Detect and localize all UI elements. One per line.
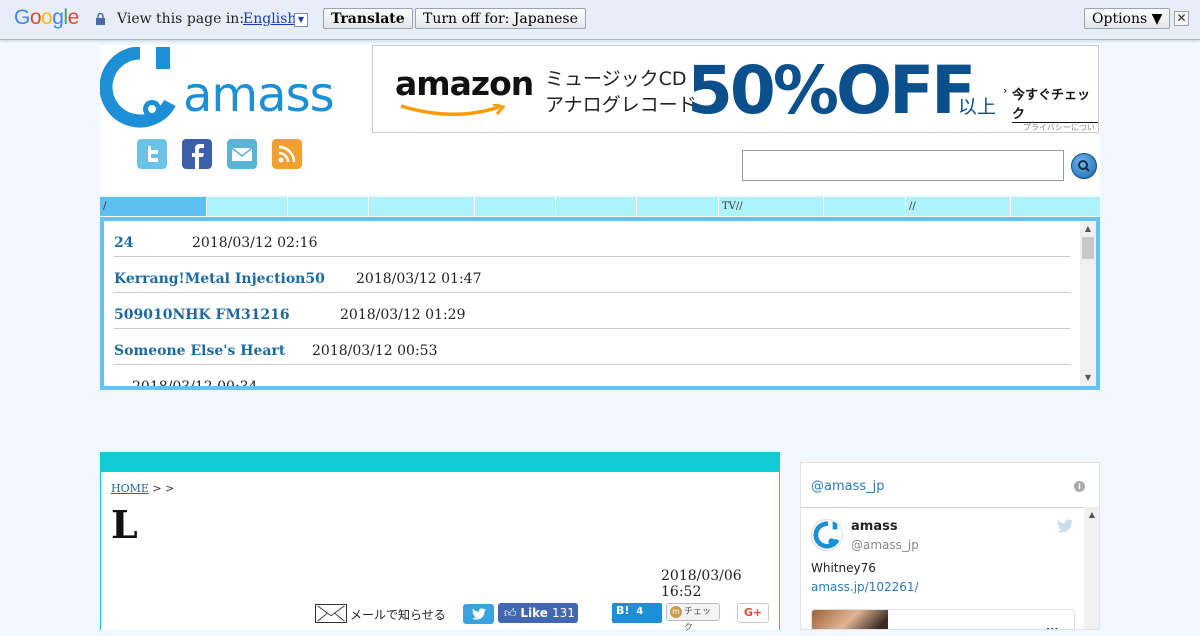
info-icon[interactable]: i (1074, 481, 1085, 492)
nav-tab-1[interactable]: / (100, 197, 206, 216)
ticker-title[interactable]: Someone Else's Heart (114, 343, 285, 359)
mail-icon[interactable] (227, 139, 257, 169)
mixi-icon: m (670, 606, 682, 618)
tweet-button[interactable] (463, 604, 494, 624)
hatena-bookmark-button[interactable]: B! 4 (612, 603, 662, 623)
scroll-down-icon[interactable]: ▼ (1082, 372, 1094, 384)
ticker-date: 2018/03/12 01:47 (356, 271, 482, 287)
thumbs-up-icon: 👍︎ (504, 606, 517, 620)
tweet-author-name[interactable]: amass (851, 519, 898, 534)
ticker-title[interactable]: 509010NHK FM31216 (114, 307, 290, 323)
mixi-check-label: チェック (684, 607, 712, 633)
google-plus-button[interactable]: G+ (737, 603, 769, 623)
translate-button[interactable]: Translate (323, 8, 413, 29)
nav-tab-8[interactable]: TV// (718, 197, 823, 216)
ticker-item[interactable]: Someone Else's Heart 2018/03/12 00:53 (114, 329, 1070, 365)
view-page-in-label: View this page in: (117, 11, 245, 27)
ticker-date: 2018/03/12 00:34 (132, 379, 258, 390)
hatena-icon: B! (616, 604, 630, 617)
ticker-title[interactable]: Kerrang!Metal Injection50 (114, 271, 325, 287)
lock-icon (96, 13, 105, 25)
rss-icon[interactable] (272, 139, 302, 169)
article-date: 2018/03/06 16:52 (661, 568, 742, 600)
logo-text[interactable]: amass (183, 67, 335, 123)
twitter-bird-icon[interactable] (1057, 519, 1073, 533)
nav-tab-7[interactable] (636, 197, 718, 216)
facebook-icon[interactable] (182, 139, 212, 169)
language-dropdown-icon[interactable]: ▼ (294, 13, 308, 27)
options-button[interactable]: Options ▼ (1084, 8, 1171, 29)
banner-discount: 50%OFF (687, 52, 976, 129)
news-ticker: 24 2018/03/12 02:16 Kerrang!Metal Inject… (100, 217, 1100, 390)
ticker-item[interactable]: Kerrang!Metal Injection50 2018/03/12 01:… (114, 257, 1070, 293)
search-input[interactable] (742, 150, 1064, 181)
ticker-item[interactable]: 24 2018/03/12 02:16 (114, 221, 1070, 257)
scroll-up-icon[interactable]: ▲ (1086, 509, 1098, 521)
ticker-date: 2018/03/12 01:29 (340, 307, 466, 323)
language-link[interactable]: English (243, 11, 296, 27)
hatena-count: 4 (636, 606, 644, 617)
mail-notify-link[interactable]: メールで知らせる (350, 606, 446, 623)
amazon-banner-ad[interactable]: amazon ミュージックCD アナログレコード 50%OFF 以上 › 今すぐ… (372, 45, 1099, 133)
chevron-right-icon: › (1003, 84, 1008, 97)
search-button[interactable] (1071, 153, 1097, 179)
breadcrumb-separator: > > (152, 482, 175, 495)
ticker-item[interactable]: 2018/03/12 00:34 (114, 365, 1070, 390)
facebook-like-button[interactable]: 👍︎ Like 131 (498, 603, 578, 623)
fb-like-count: 131 (551, 606, 575, 620)
breadcrumb: HOME > > (111, 482, 174, 495)
amazon-smile-icon (400, 104, 506, 116)
twitter-icon[interactable] (137, 139, 167, 169)
tweet-card-image (812, 610, 888, 629)
mixi-check-button[interactable]: m チェック (666, 603, 720, 633)
scroll-up-icon[interactable]: ▲ (1082, 223, 1094, 235)
tweet-link[interactable]: amass.jp/102261/ (811, 580, 919, 594)
article-title: L (111, 502, 138, 547)
scroll-thumb[interactable] (1082, 237, 1094, 259)
timeline-handle-link[interactable]: @amass_jp (811, 479, 885, 494)
twitter-timeline-widget: @amass_jp i amass @amass_jp Whitney76 am… (800, 462, 1100, 630)
banner-line1: ミュージックCD (545, 68, 687, 90)
widget-scrollbar[interactable]: ▲ (1084, 507, 1099, 629)
tweet-media-card[interactable]: ... (811, 609, 1075, 629)
nav-tab-4[interactable] (368, 197, 474, 216)
nav-tab-9[interactable] (823, 197, 905, 216)
breadcrumb-home-link[interactable]: HOME (111, 482, 149, 495)
ticker-scrollbar[interactable]: ▲ ▼ (1080, 221, 1096, 386)
banner-line2: アナログレコード (545, 94, 697, 116)
nav-tab-5[interactable] (474, 197, 555, 216)
banner-suffix: 以上 (958, 96, 997, 118)
twitter-bird-icon (471, 608, 486, 620)
turn-off-button[interactable]: Turn off for: Japanese (415, 8, 586, 29)
mail-icon[interactable] (315, 604, 347, 623)
avatar[interactable] (811, 519, 843, 551)
category-nav: / TV// // (100, 197, 1100, 216)
tweet-text: Whitney76 (811, 561, 876, 575)
close-icon[interactable]: ✕ (1174, 11, 1189, 26)
ticker-date: 2018/03/12 00:53 (312, 343, 438, 359)
ticker-item[interactable]: 509010NHK FM31216 2018/03/12 01:29 (114, 293, 1070, 329)
banner-privacy[interactable]: プライバシーについて (1023, 122, 1098, 132)
banner-cta[interactable]: 今すぐチェック (1012, 84, 1098, 123)
amass-logo-icon[interactable] (100, 47, 178, 129)
nav-tab-6[interactable] (555, 197, 636, 216)
nav-tab-11[interactable] (1010, 197, 1091, 216)
more-icon[interactable]: ... (1046, 620, 1059, 629)
google-logo: Google (14, 6, 79, 29)
nav-tab-10[interactable]: // (905, 197, 1010, 216)
article: HOME > > L 2018/03/06 16:52 メールで知らせる 👍︎ … (100, 472, 780, 633)
divider (801, 507, 1099, 508)
ticker-title[interactable]: 24 (114, 235, 133, 251)
nav-tab-3[interactable] (287, 197, 368, 216)
search-icon (1078, 160, 1090, 172)
amazon-logo: amazon (395, 64, 534, 103)
fb-like-label: Like (520, 606, 548, 620)
ticker-date: 2018/03/12 02:16 (192, 235, 318, 251)
article-header-bar (100, 452, 780, 472)
tweet-author-handle[interactable]: @amass_jp (851, 538, 919, 552)
site-header: amass amazon ミュージックCD アナログレコード 50%OFF 以上… (100, 45, 1100, 195)
translate-bar: Google View this page in: English ▼ Tran… (0, 0, 1200, 40)
nav-tab-2[interactable] (206, 197, 287, 216)
